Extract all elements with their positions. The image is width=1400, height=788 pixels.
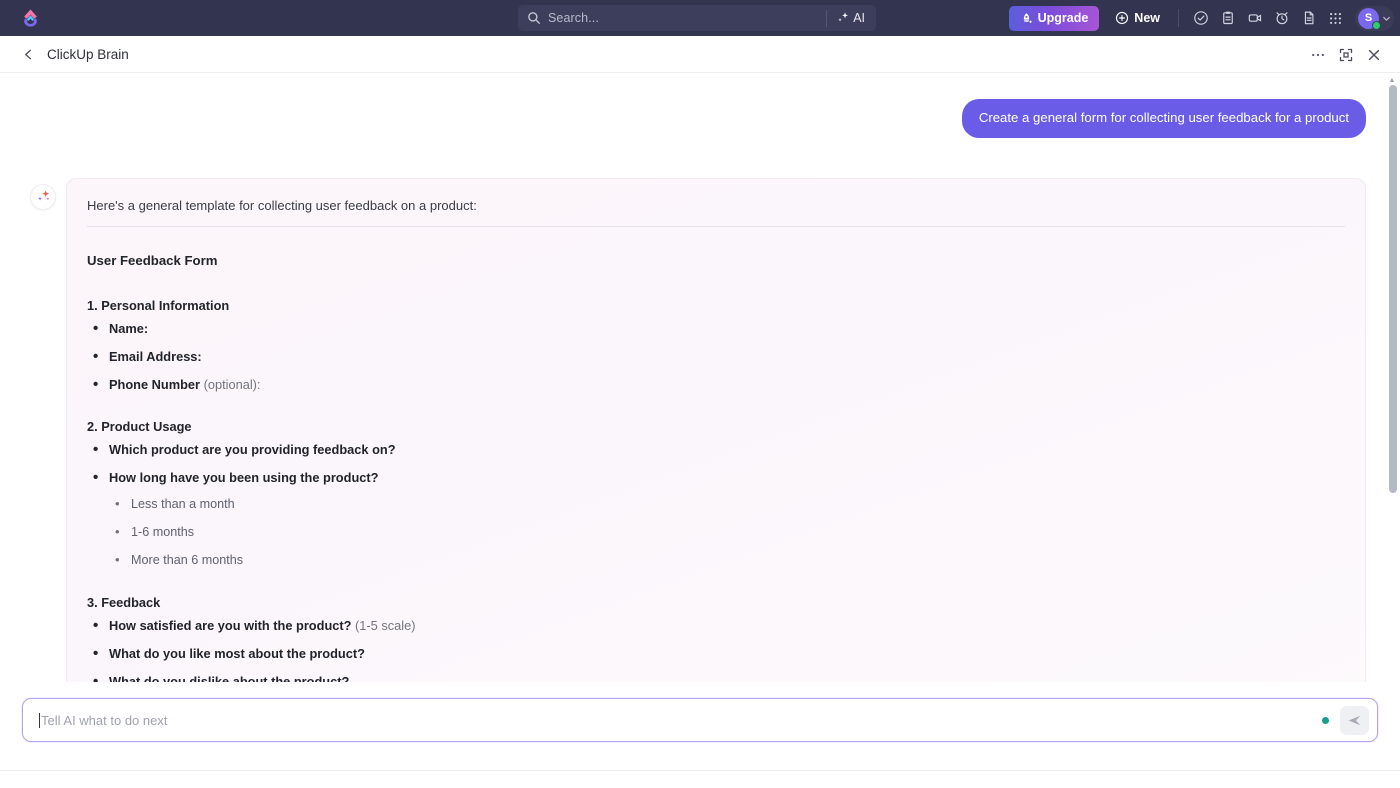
upgrade-button-label: Upgrade (1037, 11, 1089, 25)
page-title: ClickUp Brain (47, 46, 129, 62)
new-button[interactable]: New (1105, 6, 1170, 31)
toolbar-divider (1178, 9, 1179, 27)
send-button[interactable] (1340, 705, 1369, 735)
ai-response-card: Here's a general template for collecting… (66, 177, 1366, 719)
send-paper-plane-icon (1348, 715, 1361, 725)
list-item-label: How long have you been using the product… (109, 469, 379, 485)
list-item-label: What do you like most about the product? (109, 645, 365, 661)
sub-list-item: Less than a month (109, 496, 1345, 512)
chat-scrollbar-thumb[interactable] (1389, 85, 1397, 493)
panel-header-actions (1306, 36, 1386, 73)
form-sections-container: 1. Personal Information Name: Email Addres… (87, 297, 1345, 719)
ai-intro-text: Here's a general template for collecting… (87, 197, 477, 213)
status-indicator-dot (1322, 716, 1329, 724)
form-section: 1. Personal Information Name: Email Addres… (87, 297, 1345, 395)
ai-sparkle-icon (838, 12, 849, 22)
section-heading: 2. Product Usage (87, 418, 192, 434)
avatar: S (1358, 7, 1381, 30)
sub-option-list: Less than a month 1-6 months More than 6 m… (109, 496, 1345, 568)
new-button-label: New (1134, 11, 1160, 25)
clickup-logo-icon (23, 9, 37, 27)
chevron-left-icon (25, 49, 32, 59)
clickup-logo-button[interactable] (8, 8, 52, 28)
list-item: Which product are you providing feedback… (87, 441, 1345, 459)
expand-icon[interactable] (1334, 43, 1358, 67)
section-item-list: Which product are you providing feedback… (87, 441, 1345, 569)
list-item: What do you like most about the product? (87, 645, 1345, 663)
close-icon[interactable] (1362, 43, 1386, 67)
upgrade-rocket-icon (1023, 12, 1032, 23)
composer-zone: Tell AI what to do next (0, 682, 1400, 788)
plus-circle-icon (1116, 11, 1129, 25)
text-caret (39, 712, 40, 728)
ai-button-label: AI (853, 11, 865, 25)
topbar-right-cluster: Upgrade New S (1008, 0, 1394, 36)
video-camera-icon[interactable] (1241, 5, 1268, 32)
search-icon (527, 11, 541, 25)
form-section: 2. Product Usage Which product are you pr… (87, 419, 1345, 569)
list-item-note: (optional): (200, 377, 261, 393)
check-circle-icon[interactable] (1187, 5, 1214, 32)
list-item-label: Email Address: (109, 348, 202, 364)
list-item-label: Phone Number (109, 377, 201, 393)
list-item-label: Which product are you providing feedback… (109, 441, 396, 457)
list-item-label: Name: (109, 320, 149, 336)
list-item: Email Address: (87, 348, 1345, 366)
ai-sparkle-icon (30, 183, 56, 210)
section-item-list: Name: Email Address: Phone Number (optiona… (87, 319, 1345, 394)
more-options-icon[interactable] (1306, 43, 1330, 67)
list-item-label: How satisfied are you with the product? (109, 617, 352, 633)
card-divider (87, 225, 1345, 227)
global-search-bar[interactable]: Search... AI (518, 5, 876, 31)
composer-placeholder: Tell AI what to do next (41, 712, 168, 728)
sub-list-item: 1-6 months (109, 524, 1345, 540)
alarm-clock-icon[interactable] (1268, 5, 1295, 32)
chat-scroll-area[interactable]: Create a general form for collecting use… (0, 73, 1400, 718)
list-item: Phone Number (optional): (87, 376, 1345, 394)
user-message-bubble: Create a general form for collecting use… (961, 99, 1366, 138)
brain-panel-header: ClickUp Brain (0, 36, 1400, 73)
search-ai-button[interactable]: AI (827, 5, 876, 31)
search-placeholder: Search... (548, 11, 599, 25)
top-navigation-bar: Search... AI Upgrade New S (0, 0, 1400, 36)
avatar-initial: S (1364, 12, 1373, 24)
section-heading: 1. Personal Information (87, 297, 230, 313)
user-message-row: Create a general form for collecting use… (22, 73, 1378, 138)
ai-message-row: Here's a general template for collecting… (22, 177, 1378, 719)
list-item: Name: (87, 319, 1345, 337)
list-item-note: (1-5 scale) (351, 617, 416, 633)
clipboard-icon[interactable] (1214, 5, 1241, 32)
document-title: User Feedback Form (87, 252, 218, 268)
sub-list-item: More than 6 months (109, 552, 1345, 568)
chevron-down-icon (1383, 16, 1390, 21)
upgrade-button[interactable]: Upgrade (1008, 5, 1100, 31)
ai-prompt-input[interactable]: Tell AI what to do next (22, 698, 1378, 742)
back-button[interactable] (22, 48, 35, 61)
section-heading: 3. Feedback (87, 594, 161, 610)
window-bottom-strip (0, 770, 1400, 788)
list-item: How long have you been using the product… (87, 469, 1345, 569)
document-icon[interactable] (1295, 5, 1322, 32)
list-item: How satisfied are you with the product? … (87, 617, 1345, 635)
user-avatar-menu[interactable]: S (1355, 5, 1394, 31)
apps-grid-icon[interactable] (1322, 5, 1349, 32)
online-status-dot (1372, 20, 1381, 30)
